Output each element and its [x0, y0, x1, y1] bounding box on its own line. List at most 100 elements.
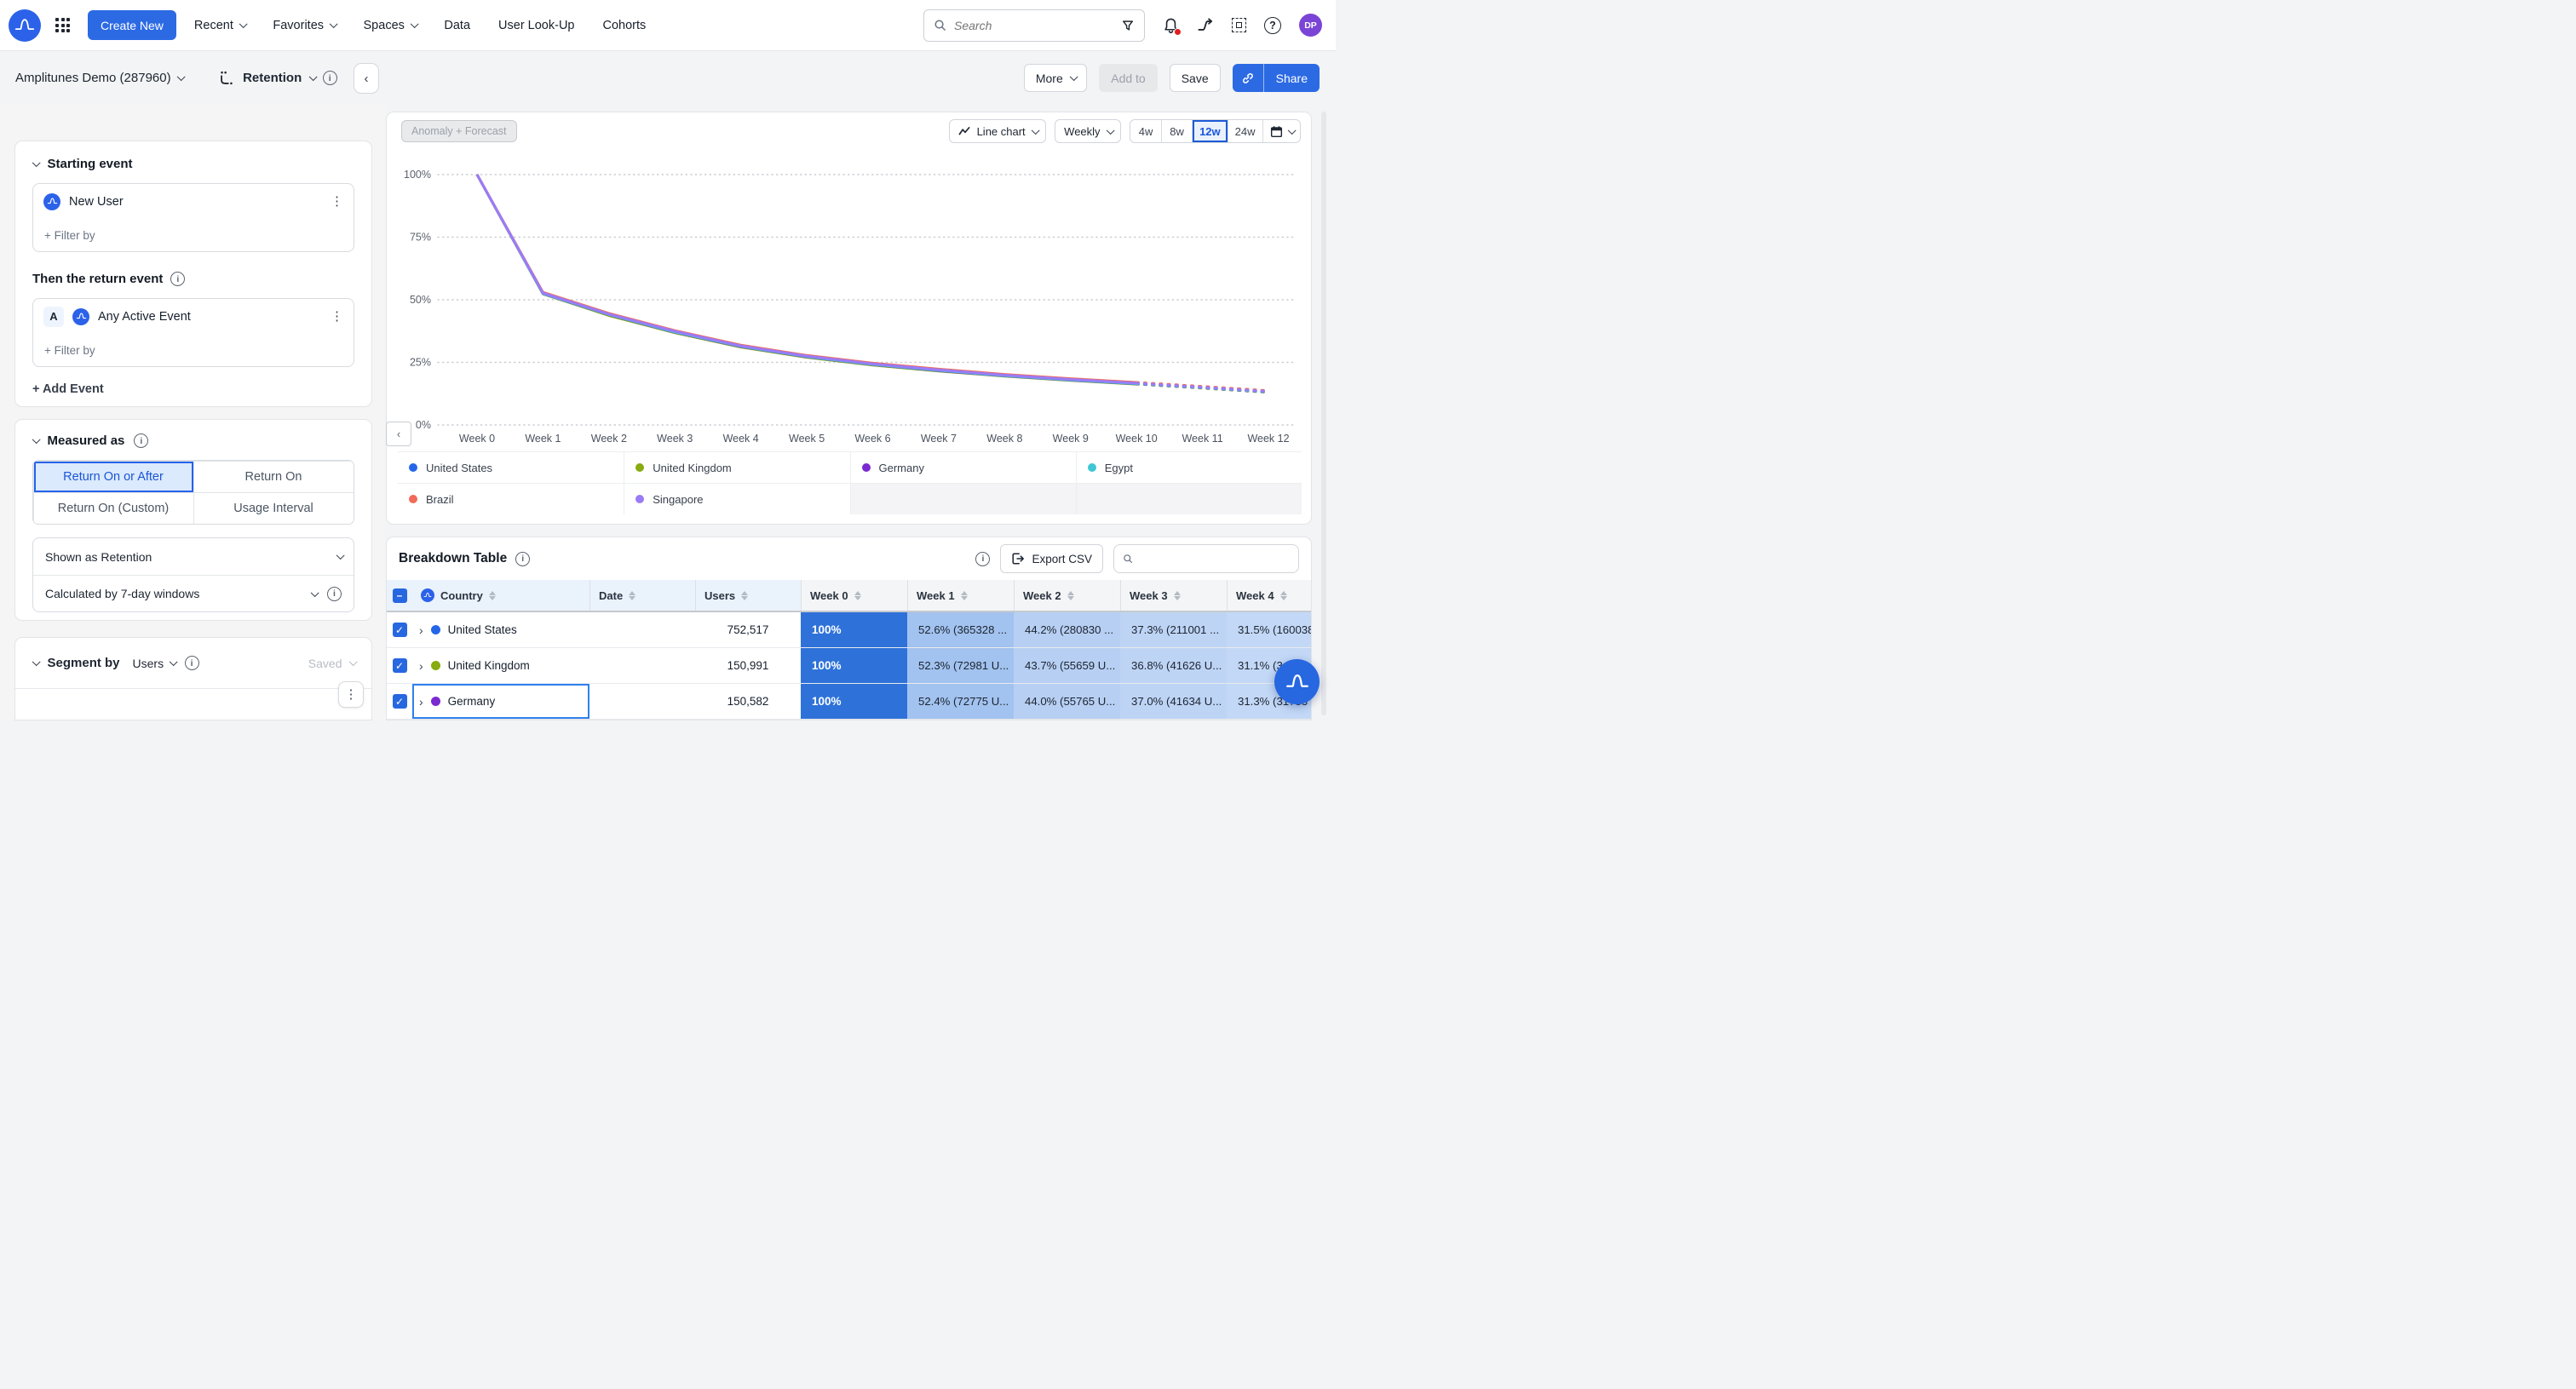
row-checkbox[interactable]: ✓ [393, 623, 407, 637]
share-button[interactable]: Share [1264, 64, 1320, 92]
nav-menu-recent[interactable]: Recent [194, 19, 244, 32]
range-24w[interactable]: 24w [1228, 120, 1262, 142]
info-icon[interactable]: i [170, 272, 185, 286]
add-filter-button[interactable]: + Filter by [33, 219, 354, 251]
expand-row-icon[interactable]: › [419, 659, 423, 673]
collapse-panel-button[interactable]: ‹ [354, 63, 379, 94]
shown-as-dropdown[interactable]: Shown as Retention [33, 538, 354, 575]
legend-item[interactable]: United States [398, 451, 624, 483]
save-button[interactable]: Save [1170, 64, 1221, 92]
select-all-checkbox[interactable]: – [393, 588, 407, 603]
nav-link-cohorts[interactable]: Cohorts [602, 19, 646, 32]
column-week1[interactable]: Week 1 [907, 580, 1014, 611]
info-icon[interactable]: i [327, 587, 342, 601]
info-icon[interactable]: i [134, 433, 148, 448]
sort-icon[interactable] [489, 591, 496, 600]
chart-style-dropdown[interactable]: Line chart [949, 119, 1047, 143]
starting-event-header[interactable]: Starting event [32, 157, 354, 171]
nav-link-data[interactable]: Data [444, 19, 470, 32]
event-row-new-user[interactable]: New User ⋮ [33, 184, 354, 219]
nav-menu-favorites[interactable]: Favorites [273, 19, 335, 32]
sort-icon[interactable] [854, 591, 861, 600]
legend-item[interactable]: Egypt [1076, 451, 1302, 483]
week1-cell[interactable]: 52.4% (72775 U... [907, 684, 1014, 719]
week0-cell[interactable]: 100% [801, 612, 907, 647]
column-week0[interactable]: Week 0 [801, 580, 907, 611]
option-return-on-or-after[interactable]: Return On or After [33, 461, 194, 493]
add-filter-button[interactable]: + Filter by [33, 334, 354, 366]
legend-item[interactable]: United Kingdom [624, 451, 849, 483]
select-region-icon[interactable] [1232, 18, 1246, 32]
custom-date-range[interactable] [1262, 120, 1301, 142]
sort-icon[interactable] [961, 591, 968, 600]
nav-menu-spaces[interactable]: Spaces [364, 19, 417, 32]
legend-item[interactable]: Singapore [624, 483, 849, 514]
legend-item[interactable]: Brazil [398, 483, 624, 514]
week3-cell[interactable]: 36.8% (41626 U... [1120, 648, 1227, 683]
table-search-input[interactable] [1140, 553, 1290, 565]
chart-scroll-left-button[interactable]: ‹ [386, 422, 411, 446]
week2-cell[interactable]: 44.0% (55765 U... [1014, 684, 1120, 719]
legend-item[interactable]: Germany [850, 451, 1076, 483]
copy-link-button[interactable] [1233, 64, 1264, 92]
column-date[interactable]: Date [589, 580, 695, 611]
column-week2[interactable]: Week 2 [1014, 580, 1120, 611]
country-cell[interactable]: › United States [412, 612, 589, 647]
sort-icon[interactable] [1174, 591, 1181, 600]
global-search[interactable] [923, 9, 1145, 42]
more-button[interactable]: More [1024, 64, 1087, 92]
retention-line-chart[interactable]: 100%75%50%25%0%Week 0Week 1Week 2Week 3W… [397, 152, 1302, 450]
calculated-by-dropdown[interactable]: Calculated by 7-day windows i [33, 575, 354, 611]
notifications-bell-icon[interactable] [1163, 17, 1179, 34]
saved-segments-dropdown[interactable]: Saved [308, 657, 354, 670]
week2-cell[interactable]: 44.2% (280830 ... [1014, 612, 1120, 647]
apps-grid-icon[interactable] [55, 18, 70, 32]
option-return-on-custom[interactable]: Return On (Custom) [33, 492, 194, 525]
event-options-kebab[interactable]: ⋮ [331, 195, 343, 208]
option-usage-interval[interactable]: Usage Interval [193, 492, 354, 525]
column-week3[interactable]: Week 3 [1120, 580, 1227, 611]
sort-icon[interactable] [1280, 591, 1287, 600]
search-input[interactable] [954, 19, 1113, 32]
row-checkbox[interactable]: ✓ [393, 694, 407, 709]
info-icon[interactable]: i [185, 656, 199, 670]
range-4w[interactable]: 4w [1130, 120, 1161, 142]
user-avatar[interactable]: DP [1299, 14, 1322, 37]
row-checkbox[interactable]: ✓ [393, 658, 407, 673]
interval-dropdown[interactable]: Weekly [1055, 119, 1121, 143]
column-users[interactable]: Users [695, 580, 801, 611]
amplitude-assistant-fab[interactable] [1274, 659, 1320, 704]
scrollbar[interactable] [1321, 112, 1326, 715]
country-cell[interactable]: › United Kingdom [412, 648, 589, 683]
export-csv-button[interactable]: Export CSV [1000, 544, 1103, 573]
add-event-button[interactable]: + Add Event [32, 382, 354, 396]
filter-funnel-icon[interactable] [1121, 19, 1135, 32]
info-icon[interactable]: i [975, 552, 990, 566]
week4-cell[interactable]: 31.5% (160038 ... [1227, 612, 1312, 647]
panel-options-kebab[interactable]: ⋮ [338, 681, 364, 708]
event-options-kebab[interactable]: ⋮ [331, 310, 343, 323]
expand-row-icon[interactable]: › [419, 623, 423, 637]
chart-type-selector[interactable]: Retention i [218, 70, 337, 87]
week2-cell[interactable]: 43.7% (55659 U... [1014, 648, 1120, 683]
week1-cell[interactable]: 52.6% (365328 ... [907, 612, 1014, 647]
journeys-path-icon[interactable] [1197, 18, 1214, 33]
table-search[interactable] [1113, 544, 1299, 573]
measured-as-header[interactable]: Measured as i [32, 433, 354, 448]
range-12w[interactable]: 12w [1192, 120, 1228, 142]
nav-link-user-lookup[interactable]: User Look-Up [498, 19, 574, 32]
segment-mode-dropdown[interactable]: Users [133, 657, 175, 670]
week1-cell[interactable]: 52.3% (72981 U... [907, 648, 1014, 683]
info-icon[interactable]: i [323, 71, 337, 85]
option-return-on[interactable]: Return On [193, 461, 354, 493]
sort-icon[interactable] [1067, 591, 1074, 600]
week0-cell[interactable]: 100% [801, 648, 907, 683]
sort-icon[interactable] [629, 591, 635, 600]
country-cell-selected[interactable]: › Germany [412, 684, 589, 719]
project-selector[interactable]: Amplitunes Demo (287960) [15, 71, 182, 85]
column-country[interactable]: Country [412, 580, 589, 611]
week0-cell[interactable]: 100% [801, 684, 907, 719]
week3-cell[interactable]: 37.0% (41634 U... [1120, 684, 1227, 719]
expand-row-icon[interactable]: › [419, 695, 423, 709]
range-8w[interactable]: 8w [1161, 120, 1192, 142]
